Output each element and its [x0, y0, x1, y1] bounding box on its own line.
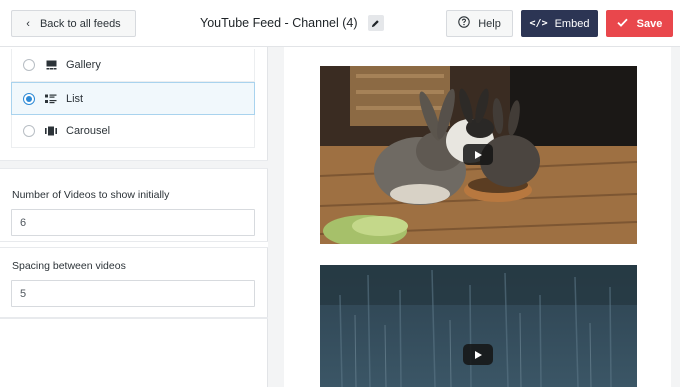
section-divider — [0, 241, 268, 248]
carousel-icon — [45, 125, 57, 137]
layout-label-list: List — [66, 92, 84, 105]
embed-button[interactable]: </> Embed — [521, 10, 598, 37]
layout-option-carousel[interactable]: Carousel — [11, 115, 255, 148]
radio-carousel[interactable] — [23, 125, 35, 137]
help-label: Help — [478, 17, 501, 30]
checkmark-icon — [617, 18, 628, 30]
radio-list[interactable] — [23, 92, 35, 105]
video-thumbnail[interactable] — [320, 265, 637, 387]
chevron-left-icon: ‹ — [26, 17, 30, 30]
layout-label-gallery: Gallery — [66, 59, 101, 71]
save-label: Save — [636, 17, 663, 30]
play-icon[interactable] — [463, 144, 493, 165]
num-videos-input[interactable] — [11, 209, 255, 236]
save-button[interactable]: Save — [606, 10, 673, 37]
list-icon — [45, 93, 57, 105]
layout-label-carousel: Carousel — [66, 125, 111, 137]
feed-title-area: YouTube Feed - Channel (4) — [200, 14, 384, 32]
layout-options: Gallery List Carousel — [11, 49, 255, 148]
help-button[interactable]: Help — [446, 10, 513, 37]
page-title: YouTube Feed - Channel (4) — [200, 16, 358, 30]
back-to-feeds-button[interactable]: ‹ Back to all feeds — [11, 10, 136, 37]
back-button-label: Back to all feeds — [39, 17, 121, 30]
section-divider — [0, 317, 268, 319]
num-videos-label: Number of Videos to show initially — [12, 189, 170, 201]
embed-label: Embed — [554, 17, 590, 30]
video-thumbnail[interactable] — [320, 66, 637, 244]
top-toolbar: ‹ Back to all feeds YouTube Feed - Chann… — [0, 0, 680, 47]
spacing-input[interactable] — [11, 280, 255, 307]
rain-thumbnail-image — [320, 265, 637, 387]
layout-option-gallery[interactable]: Gallery — [11, 49, 255, 82]
section-divider — [0, 160, 268, 169]
spacing-label: Spacing between videos — [12, 260, 126, 272]
settings-sidebar: Gallery List Carousel Number of Videos t… — [0, 47, 268, 387]
pencil-icon[interactable] — [367, 15, 384, 31]
play-icon[interactable] — [463, 344, 493, 365]
help-icon — [458, 16, 470, 31]
gallery-icon — [45, 59, 57, 71]
code-icon: </> — [529, 18, 548, 29]
radio-gallery[interactable] — [23, 59, 35, 71]
layout-option-list[interactable]: List — [11, 82, 255, 115]
